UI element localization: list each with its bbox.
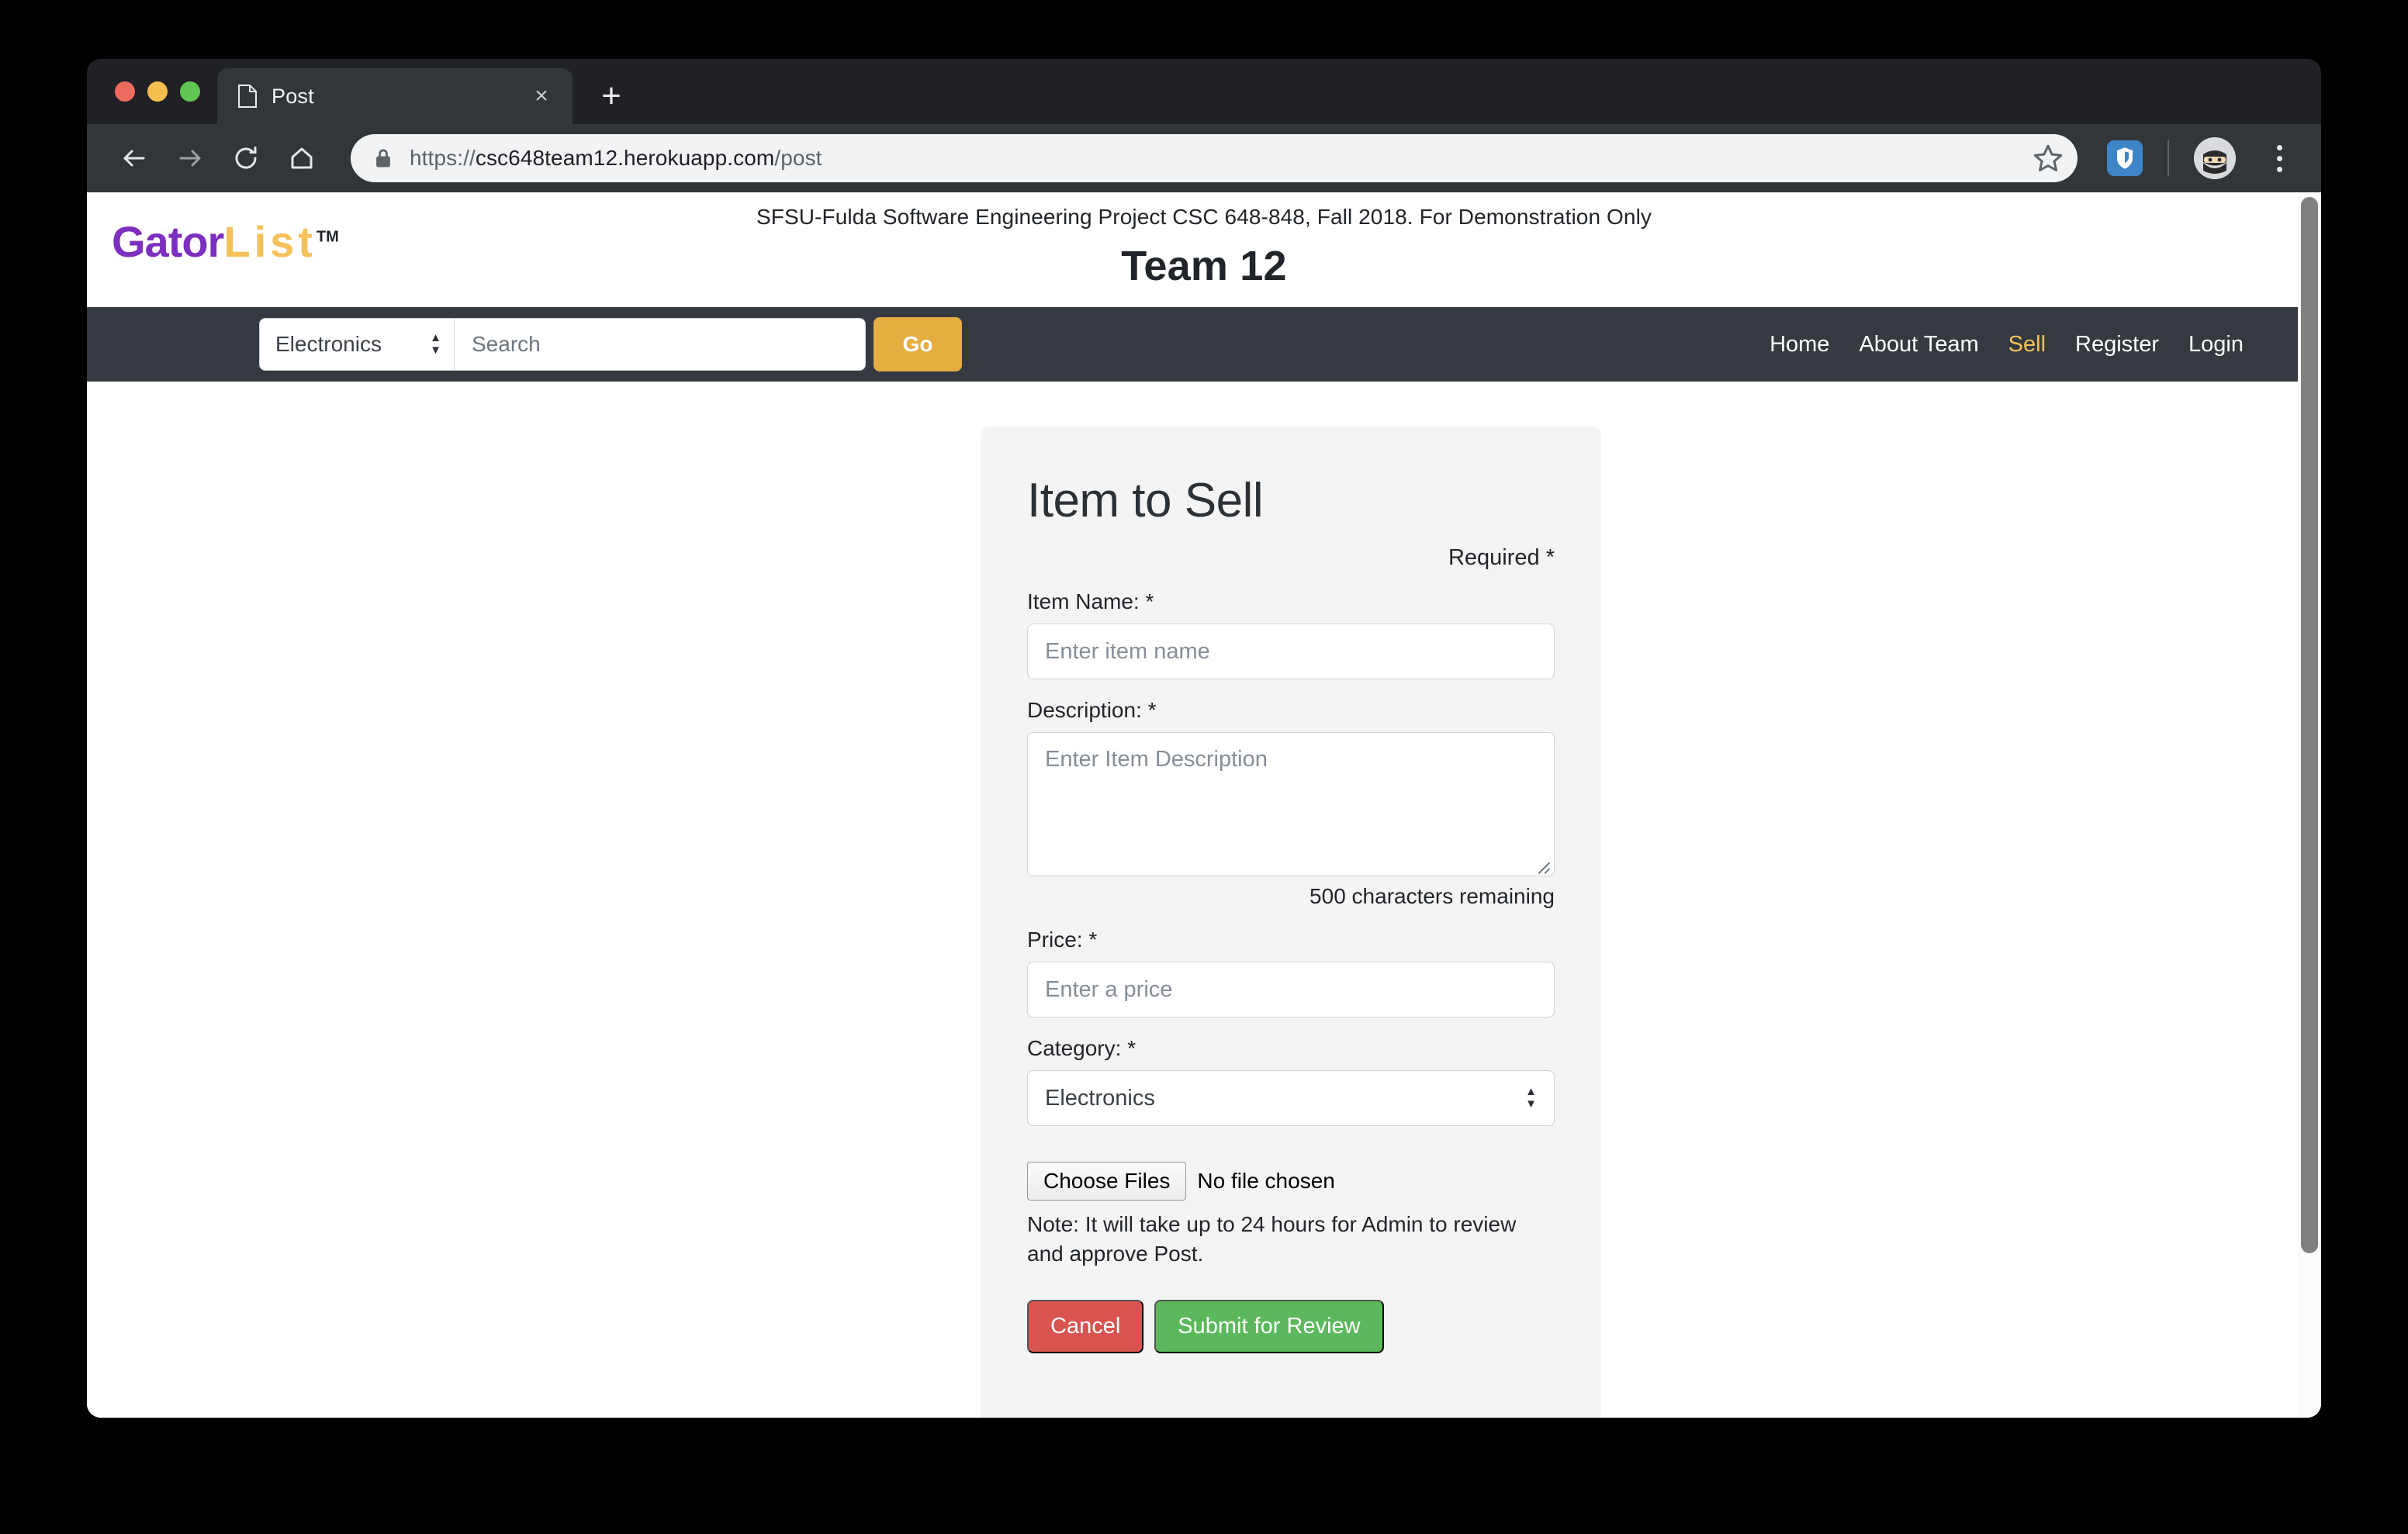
toolbar-divider [2168, 140, 2169, 176]
required-note: Required * [1027, 545, 1555, 571]
description-textarea[interactable]: Enter Item Description [1027, 732, 1555, 876]
lock-icon [374, 147, 393, 169]
resize-handle-icon[interactable] [1534, 855, 1551, 872]
tab-strip: Post × + [87, 59, 2321, 124]
address-bar[interactable]: https://csc648team12.herokuapp.com/post [351, 134, 2078, 182]
ninja-avatar[interactable] [2194, 137, 2236, 179]
url-path: /post [774, 146, 822, 170]
menu-dot [2277, 167, 2282, 172]
search-category-select[interactable]: Electronics ▲▼ [259, 318, 455, 371]
description-placeholder: Enter Item Description [1045, 747, 1268, 772]
scrollbar-thumb[interactable] [2301, 197, 2318, 1253]
window-controls [109, 59, 217, 124]
page-viewport: SFSU-Fulda Software Engineering Project … [87, 192, 2321, 1418]
item-name-label: Item Name: * [1027, 589, 1555, 614]
home-icon[interactable] [278, 134, 326, 182]
site-navbar: Electronics ▲▼ Search Go Home About Team… [87, 307, 2321, 382]
trademark-symbol: TM [317, 228, 339, 245]
nav-link-about-team[interactable]: About Team [1859, 332, 1978, 358]
logo-part-gator: Gator [112, 217, 223, 266]
minimize-window-button[interactable] [147, 81, 168, 102]
forward-arrow-icon[interactable] [166, 134, 214, 182]
page-header: SFSU-Fulda Software Engineering Project … [87, 192, 2321, 307]
shield-extension-icon[interactable] [2107, 140, 2143, 176]
browser-window: Post × + [87, 59, 2321, 1418]
item-to-sell-card: Item to Sell Required * Item Name: * Ent… [981, 427, 1601, 1418]
chevron-updown-icon: ▲▼ [1525, 1087, 1537, 1109]
back-arrow-icon[interactable] [110, 134, 158, 182]
url-scheme: https:// [410, 146, 476, 170]
category-value: Electronics [1045, 1086, 1155, 1111]
close-window-button[interactable] [115, 81, 135, 102]
price-label: Price: * [1027, 928, 1555, 952]
reload-icon[interactable] [222, 134, 270, 182]
maximize-window-button[interactable] [180, 81, 200, 102]
url-host: csc648team12.herokuapp.com [476, 146, 775, 170]
nav-link-home[interactable]: Home [1770, 332, 1829, 358]
nav-link-login[interactable]: Login [2188, 332, 2244, 358]
search-go-button[interactable]: Go [874, 317, 962, 371]
star-icon[interactable] [2025, 135, 2071, 181]
file-status-text: No file chosen [1197, 1169, 1334, 1194]
description-label: Description: * [1027, 698, 1555, 723]
new-tab-button[interactable]: + [590, 74, 633, 118]
submit-for-review-button[interactable]: Submit for Review [1154, 1300, 1383, 1353]
document-icon [237, 85, 258, 108]
menu-dot [2277, 145, 2282, 150]
item-name-input[interactable]: Enter item name [1027, 624, 1555, 679]
character-counter: 500 characters remaining [1027, 884, 1555, 909]
url-text: https://csc648team12.herokuapp.com/post [410, 146, 822, 171]
file-upload-row: Choose Files No file chosen [1027, 1162, 1555, 1201]
browser-tab[interactable]: Post × [217, 68, 573, 124]
form-actions: Cancel Submit for Review [1027, 1300, 1555, 1353]
search-group: Electronics ▲▼ Search Go [259, 317, 962, 371]
choose-files-button[interactable]: Choose Files [1027, 1162, 1186, 1201]
main-content: Item to Sell Required * Item Name: * Ent… [87, 382, 2321, 1418]
admin-review-note: Note: It will take up to 24 hours for Ad… [1027, 1210, 1555, 1269]
page-title: Team 12 [87, 242, 2321, 290]
gatorlist-logo[interactable]: GatorListTM [112, 220, 339, 264]
nav-links: Home About Team Sell Register Login [1770, 332, 2287, 358]
search-category-value: Electronics [275, 332, 382, 357]
page-scrollbar[interactable] [2298, 192, 2321, 1418]
category-label: Category: * [1027, 1036, 1555, 1061]
browser-toolbar: https://csc648team12.herokuapp.com/post [87, 124, 2321, 192]
chevron-updown-icon: ▲▼ [430, 333, 441, 355]
price-input[interactable]: Enter a price [1027, 962, 1555, 1017]
category-select[interactable]: Electronics ▲▼ [1027, 1070, 1555, 1126]
search-input[interactable]: Search [455, 318, 866, 371]
form-title: Item to Sell [1027, 473, 1555, 528]
demo-banner: SFSU-Fulda Software Engineering Project … [87, 192, 2321, 230]
close-icon[interactable]: × [528, 82, 555, 110]
tab-title: Post [272, 85, 514, 109]
nav-link-sell[interactable]: Sell [2008, 332, 2046, 358]
menu-dot [2277, 156, 2282, 161]
cancel-button[interactable]: Cancel [1027, 1300, 1143, 1353]
nav-link-register[interactable]: Register [2075, 332, 2159, 358]
three-dot-menu-icon[interactable] [2258, 136, 2301, 180]
logo-part-list: List [223, 217, 317, 266]
